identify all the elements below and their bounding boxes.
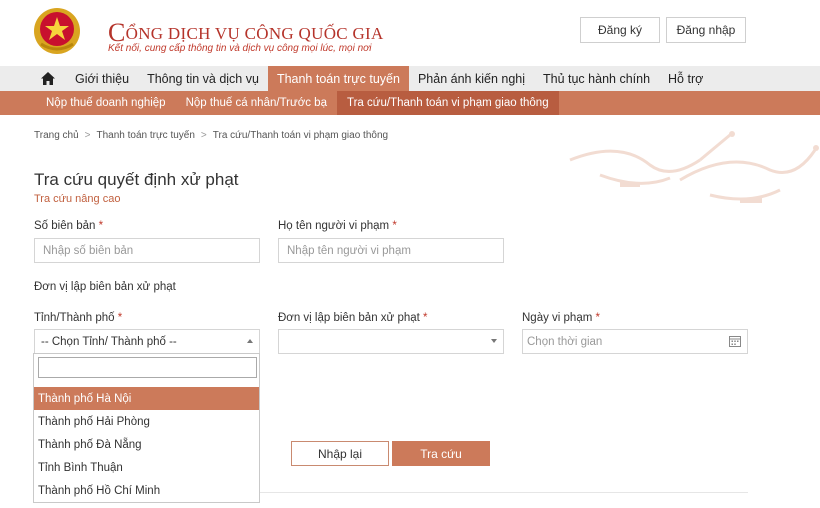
violation-date-placeholder: Chọn thời gian	[527, 335, 603, 348]
sub-nav-personal-tax[interactable]: Nộp thuế cá nhân/Trước bạ	[176, 91, 337, 115]
chevron-up-icon	[247, 339, 253, 343]
breadcrumb-online-payment[interactable]: Thanh toán trực tuyến	[97, 130, 195, 141]
required-mark: *	[98, 220, 104, 232]
sub-nav: Nộp thuế doanh nghiệp Nộp thuế cá nhân/T…	[0, 91, 820, 115]
violator-label: Họ tên người vi phạm *	[278, 220, 397, 232]
date-label-text: Ngày vi phạm	[522, 312, 593, 324]
section-title: Đơn vị lập biên bản xử phạt	[34, 281, 176, 293]
nav-item-intro[interactable]: Giới thiệu	[66, 66, 138, 91]
unit-label: Đơn vị lập biên bản xử phạt *	[278, 312, 428, 324]
main-nav: Giới thiệu Thông tin và dịch vụ Thanh to…	[0, 66, 820, 91]
date-label: Ngày vi phạm *	[522, 312, 600, 324]
province-option[interactable]: Thành phố Hải Phòng	[34, 410, 259, 433]
divider	[260, 492, 748, 493]
calendar-icon[interactable]	[729, 335, 741, 347]
record-no-label: Số biên bản *	[34, 220, 103, 232]
province-option[interactable]: Thành phố Hồ Chí Minh	[34, 479, 259, 502]
national-emblem-icon[interactable]	[32, 6, 82, 56]
login-button[interactable]: Đăng nhập	[666, 17, 746, 43]
province-label: Tỉnh/Thành phố *	[34, 312, 122, 324]
portal-title-rest: ỔNG DỊCH VỤ CÔNG QUỐC GIA	[125, 24, 384, 43]
province-select-value: -- Chọn Tỉnh/ Thành phố --	[41, 335, 177, 348]
nav-item-support[interactable]: Hỗ trợ	[659, 66, 712, 91]
portal-title[interactable]: CỔNG DỊCH VỤ CÔNG QUỐC GIA	[108, 16, 384, 47]
nav-item-procedures[interactable]: Thủ tục hành chính	[534, 66, 659, 91]
portal-tagline: Kết nối, cung cấp thông tin và dịch vụ c…	[108, 43, 372, 54]
search-button[interactable]: Tra cứu	[392, 441, 490, 466]
required-mark: *	[595, 312, 600, 324]
advanced-search-link[interactable]: Tra cứu nâng cao	[34, 193, 120, 205]
province-option[interactable]: Thành phố Hà Nội	[34, 387, 259, 410]
page-title: Tra cứu quyết định xử phạt	[34, 170, 239, 189]
record-no-input[interactable]: Nhập số biên bản	[34, 238, 260, 263]
province-dropdown: Thành phố Hà Nội Thành phố Hải Phòng Thà…	[33, 353, 260, 503]
breadcrumb: Trang chủ > Thanh toán trực tuyến > Tra …	[34, 130, 388, 141]
crane-decoration-icon	[569, 131, 819, 203]
record-no-label-text: Số biên bản	[34, 220, 96, 232]
chevron-right-icon: >	[84, 130, 91, 141]
chevron-right-icon: >	[200, 130, 207, 141]
province-search-input[interactable]	[38, 357, 257, 378]
sub-nav-business-tax[interactable]: Nộp thuế doanh nghiệp	[36, 91, 176, 115]
province-option[interactable]: Thành phố Đà Nẵng	[34, 433, 259, 456]
site-header: CỔNG DỊCH VỤ CÔNG QUỐC GIA Kết nối, cung…	[0, 0, 820, 66]
required-mark: *	[423, 312, 428, 324]
province-option[interactable]: Tỉnh Bình Thuận	[34, 456, 259, 479]
unit-label-text: Đơn vị lập biên bản xử phạt	[278, 312, 420, 324]
home-icon[interactable]	[30, 66, 66, 91]
nav-item-info-services[interactable]: Thông tin và dịch vụ	[138, 66, 268, 91]
violator-name-input[interactable]: Nhập tên người vi phạm	[278, 238, 504, 263]
required-mark: *	[392, 220, 397, 232]
breadcrumb-home[interactable]: Trang chủ	[34, 130, 79, 141]
province-label-text: Tỉnh/Thành phố	[34, 312, 115, 324]
register-button[interactable]: Đăng ký	[580, 17, 660, 43]
chevron-down-icon	[491, 339, 497, 343]
violation-date-input[interactable]: Chọn thời gian	[522, 329, 748, 354]
breadcrumb-current: Tra cứu/Thanh toán vi phạm giao thông	[212, 130, 389, 141]
nav-item-feedback[interactable]: Phản ánh kiến nghị	[409, 66, 534, 91]
reset-button[interactable]: Nhập lại	[291, 441, 389, 466]
nav-item-online-payment[interactable]: Thanh toán trực tuyến	[267, 66, 409, 91]
violator-label-text: Họ tên người vi phạm	[278, 220, 390, 232]
unit-select[interactable]	[278, 329, 504, 354]
province-select[interactable]: -- Chọn Tỉnh/ Thành phố --	[34, 329, 260, 354]
sub-nav-traffic-violation[interactable]: Tra cứu/Thanh toán vi phạm giao thông	[336, 91, 559, 115]
required-mark: *	[117, 312, 123, 324]
